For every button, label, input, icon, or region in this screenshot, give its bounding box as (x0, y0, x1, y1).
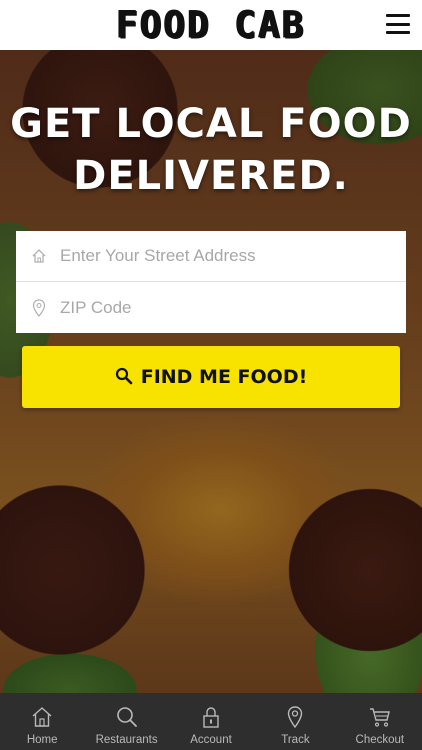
zip-code-field[interactable] (16, 282, 406, 333)
nav-label-home: Home (26, 734, 58, 746)
app-logo[interactable]: FOOD CAB (116, 3, 305, 46)
search-icon (116, 707, 137, 727)
nav-label-restaurants: Restaurants (95, 734, 158, 746)
zip-code-input[interactable] (60, 297, 360, 318)
location-pin-icon (288, 706, 303, 729)
search-icon (115, 367, 133, 388)
nav-item-account[interactable]: Account (169, 693, 253, 750)
bottom-nav: Home Restaurants Account Track Checkout (0, 693, 422, 750)
map-pin-icon (30, 298, 48, 317)
lock-icon (203, 707, 219, 728)
headline-line-2: DELIVERED. (73, 153, 349, 199)
home-icon (32, 707, 52, 727)
street-address-field[interactable] (16, 231, 406, 282)
house-icon (30, 247, 48, 265)
cart-icon (369, 708, 390, 727)
nav-label-checkout: Checkout (355, 734, 405, 746)
nav-item-home[interactable]: Home (0, 693, 84, 750)
nav-item-checkout[interactable]: Checkout (338, 693, 422, 750)
hamburger-menu-icon[interactable] (386, 14, 410, 34)
nav-item-track[interactable]: Track (253, 693, 337, 750)
nav-item-restaurants[interactable]: Restaurants (84, 693, 168, 750)
headline-line-1: GET LOCAL FOOD (10, 101, 412, 147)
street-address-input[interactable] (60, 246, 360, 266)
find-me-food-button[interactable]: FIND ME FOOD! (22, 346, 400, 408)
hero-headline: GET LOCAL FOOD DELIVERED. (0, 98, 422, 202)
address-form (16, 231, 406, 333)
app-header: FOOD CAB (0, 0, 422, 50)
find-me-food-label: FIND ME FOOD! (140, 366, 308, 388)
nav-label-track: Track (281, 734, 310, 746)
nav-label-account: Account (190, 734, 232, 746)
